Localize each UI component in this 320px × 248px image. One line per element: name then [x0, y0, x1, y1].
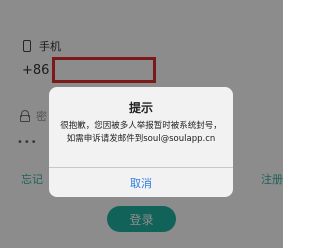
dialog-message: 很抱歉，您因被多人举报暂时被系统封号，如需申诉请发邮件到soul@soulapp…: [60, 121, 222, 144]
dialog-title: 提示: [128, 101, 153, 115]
alert-dialog: 提示 很抱歉，您因被多人举报暂时被系统封号，如需申诉请发邮件到soul@soul…: [49, 87, 233, 197]
cancel-button[interactable]: 取消: [49, 168, 233, 197]
